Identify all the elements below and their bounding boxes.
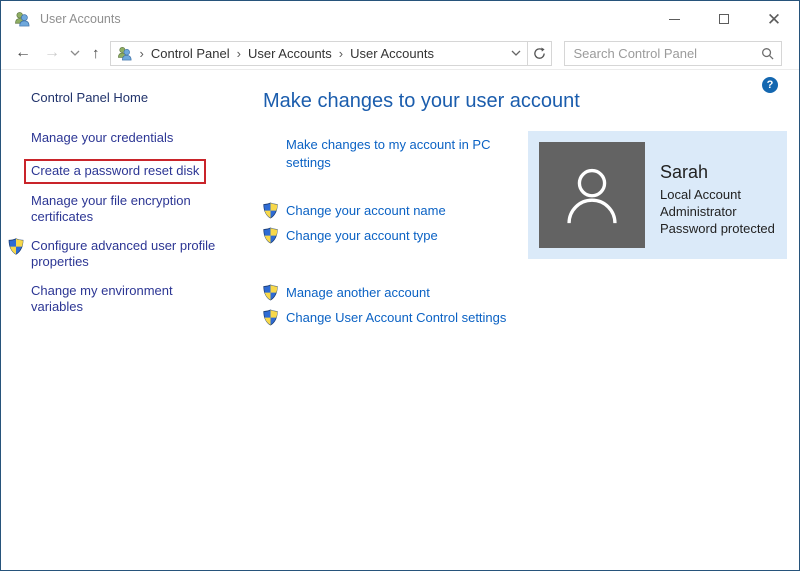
navigation-bar: ← → ↑ › Control Panel › User Accounts › … xyxy=(1,37,799,70)
breadcrumb-user-accounts-2[interactable]: User Accounts xyxy=(350,46,434,61)
content-area: ? Control Panel Home Manage your credent… xyxy=(1,70,799,570)
sidebar-item-change-environment-variables[interactable]: Change my environment variables xyxy=(31,283,219,315)
sidebar-item-label: Configure advanced user profile properti… xyxy=(31,238,216,269)
page-title: Make changes to your user account xyxy=(263,90,580,112)
breadcrumb-separator: › xyxy=(139,45,144,61)
maximize-icon xyxy=(719,14,729,24)
search-input[interactable] xyxy=(564,45,755,61)
link-label: Manage another account xyxy=(286,285,430,300)
minimize-button[interactable] xyxy=(649,1,699,37)
person-icon xyxy=(567,168,617,224)
close-icon: ✕ xyxy=(766,9,782,29)
sidebar-item-label: Manage your credentials xyxy=(31,130,174,145)
avatar xyxy=(539,142,645,248)
breadcrumb-separator: › xyxy=(236,45,241,61)
forward-button[interactable]: → xyxy=(44,45,60,61)
link-label: Change User Account Control settings xyxy=(286,310,507,325)
chevron-down-icon xyxy=(511,50,520,56)
window-controls: ✕ xyxy=(649,1,799,37)
uac-shield-icon xyxy=(263,309,278,326)
search-icon xyxy=(762,47,774,60)
user-accounts-breadcrumb-icon xyxy=(117,46,131,60)
search-button[interactable] xyxy=(755,47,781,60)
address-dropdown-button[interactable] xyxy=(505,42,527,65)
account-kind: Local Account xyxy=(660,187,741,202)
close-button[interactable]: ✕ xyxy=(749,1,799,37)
link-label: Change your account type xyxy=(286,228,438,243)
address-bar[interactable]: › Control Panel › User Accounts › User A… xyxy=(109,40,552,66)
sidebar-item-create-password-reset-disk[interactable]: Create a password reset disk xyxy=(24,159,219,184)
highlight-box: Create a password reset disk xyxy=(24,159,207,184)
uac-shield-icon xyxy=(263,284,278,301)
link-change-uac-settings[interactable]: Change User Account Control settings xyxy=(263,305,799,330)
sidebar-item-label: Manage your file encryption certificates xyxy=(31,193,191,224)
sidebar-item-label: Create a password reset disk xyxy=(31,163,200,178)
maximize-button[interactable] xyxy=(699,1,749,37)
user-meta: Sarah Local Account Administrator Passwo… xyxy=(660,142,775,248)
search-box xyxy=(563,40,782,66)
uac-shield-icon xyxy=(263,227,278,244)
refresh-button[interactable] xyxy=(526,41,551,65)
breadcrumb-control-panel[interactable]: Control Panel xyxy=(151,46,230,61)
recent-pages-chevron-icon[interactable] xyxy=(70,50,80,56)
uac-shield-icon xyxy=(8,238,24,255)
link-pc-settings[interactable]: Make changes to my account in PC setting… xyxy=(263,136,495,172)
user-accounts-window: User Accounts ✕ ← → ↑ › Control Panel › … xyxy=(0,0,800,571)
breadcrumb-separator: › xyxy=(338,45,344,61)
up-button[interactable]: ↑ xyxy=(92,46,100,61)
account-role: Administrator xyxy=(660,204,737,219)
user-account-card: Sarah Local Account Administrator Passwo… xyxy=(528,131,787,259)
refresh-icon xyxy=(533,46,545,59)
password-status: Password protected xyxy=(660,221,775,236)
sidebar-item-manage-file-encryption-certificates[interactable]: Manage your file encryption certificates xyxy=(31,193,219,225)
minimize-icon xyxy=(668,18,680,20)
user-accounts-app-icon xyxy=(15,12,30,27)
window-title: User Accounts xyxy=(40,12,121,26)
titlebar: User Accounts ✕ xyxy=(1,1,799,37)
sidebar-item-label: Change my environment variables xyxy=(31,283,173,314)
user-name: Sarah xyxy=(660,162,709,182)
sidebar-item-manage-credentials[interactable]: Manage your credentials xyxy=(31,130,219,146)
uac-shield-icon xyxy=(263,202,278,219)
link-label: Change your account name xyxy=(286,203,446,218)
link-manage-another-account[interactable]: Manage another account xyxy=(263,280,799,305)
sidebar-item-configure-advanced-user-profile[interactable]: Configure advanced user profile properti… xyxy=(8,238,219,270)
sidebar: Control Panel Home Manage your credentia… xyxy=(1,70,251,328)
sidebar-item-control-panel-home[interactable]: Control Panel Home xyxy=(31,90,251,106)
back-button[interactable]: ← xyxy=(15,45,31,61)
breadcrumb-user-accounts[interactable]: User Accounts xyxy=(248,46,332,61)
